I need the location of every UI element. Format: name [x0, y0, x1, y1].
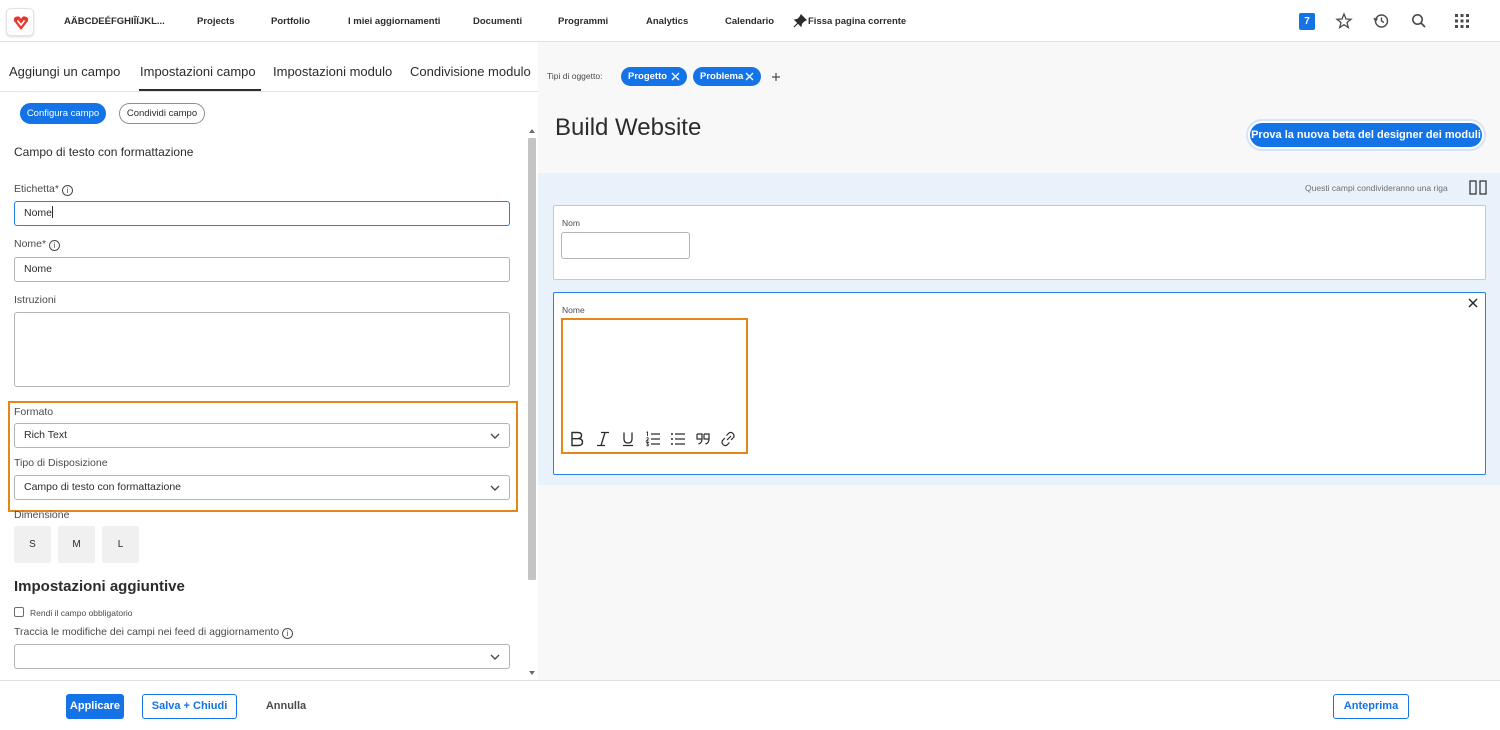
configure-field-pill[interactable]: Configura campo	[20, 103, 106, 124]
top-navigation-bar: AÄBCDEÉFGHIÎÏJKL... Projects Portfolio I…	[0, 0, 1500, 42]
cancel-button[interactable]: Annulla	[256, 694, 316, 719]
bottom-action-bar: Applicare Salva + Chiudi Annulla Antepri…	[0, 680, 1500, 730]
label-field-label: Etichetta* i	[14, 183, 73, 196]
field-settings-panel: Aggiungi un campo Impostazioni campo Imp…	[0, 42, 538, 680]
numbered-list-icon[interactable]	[645, 431, 661, 447]
bold-icon[interactable]	[569, 431, 585, 447]
format-label: Formato	[14, 406, 54, 418]
name-field-label: Nome* i	[14, 238, 61, 251]
quote-icon[interactable]	[695, 431, 711, 447]
tab-add-field[interactable]: Aggiungi un campo	[9, 64, 120, 79]
nav-link-portfolio[interactable]: Portfolio	[271, 16, 310, 27]
row-hint-text: Questi campi condivideranno una riga	[1305, 183, 1448, 193]
track-changes-label: Traccia le modifiche dei campi nei feed …	[14, 626, 294, 639]
required-checkbox[interactable]	[14, 607, 24, 617]
form-preview-panel: Tipi di oggetto: Progetto Problema Build…	[538, 42, 1500, 680]
tab-form-settings[interactable]: Impostazioni modulo	[273, 64, 392, 79]
close-icon	[745, 72, 754, 81]
chevron-down-icon	[490, 485, 500, 491]
info-icon: i	[49, 240, 61, 251]
size-l-button[interactable]: L	[102, 526, 139, 563]
nav-link-analytics[interactable]: Analytics	[646, 16, 688, 27]
save-close-button[interactable]: Salva + Chiudi	[142, 694, 237, 719]
scrollbar-thumb[interactable]	[528, 138, 536, 580]
nav-link-programs[interactable]: Programmi	[558, 16, 608, 27]
nav-link-projects[interactable]: Projects	[197, 16, 235, 27]
italic-icon[interactable]	[595, 431, 611, 447]
close-icon	[671, 72, 680, 81]
track-changes-select[interactable]	[14, 644, 510, 669]
field1-label: Nom	[562, 218, 580, 228]
remove-field-icon[interactable]	[1468, 298, 1478, 308]
label-input[interactable]: Nome	[14, 201, 510, 226]
format-select[interactable]: Rich Text	[14, 423, 510, 448]
apply-button[interactable]: Applicare	[66, 694, 124, 719]
form-title[interactable]: Build Website	[555, 114, 701, 142]
add-object-type-icon[interactable]	[771, 72, 781, 82]
layout-type-label: Tipo di Disposizione	[14, 457, 108, 469]
active-tab-indicator	[139, 89, 261, 91]
instructions-textarea[interactable]	[14, 312, 510, 387]
history-icon[interactable]	[1372, 12, 1390, 30]
search-icon[interactable]	[1410, 12, 1428, 30]
tabs-divider	[0, 91, 538, 92]
tab-field-settings[interactable]: Impostazioni campo	[140, 64, 256, 79]
object-type-chip-issue[interactable]: Problema	[693, 67, 761, 86]
pin-page-link[interactable]: Fissa pagina corrente	[808, 16, 906, 27]
scroll-up-icon[interactable]	[528, 128, 536, 134]
object-types-label: Tipi di oggetto:	[547, 71, 603, 81]
nav-link-calendar[interactable]: Calendario	[725, 16, 774, 27]
apps-grid-icon[interactable]	[1453, 12, 1471, 30]
star-icon[interactable]	[1335, 12, 1353, 30]
preview-button[interactable]: Anteprima	[1333, 694, 1409, 719]
share-field-pill[interactable]: Condividi campo	[119, 103, 205, 124]
chevron-down-icon	[490, 654, 500, 660]
size-m-button[interactable]: M	[58, 526, 95, 563]
field1-input[interactable]	[561, 232, 690, 259]
size-label: Dimensione	[14, 509, 70, 521]
section-title: Campo di testo con formattazione	[14, 145, 194, 159]
bullet-list-icon[interactable]	[670, 431, 686, 447]
pin-icon	[793, 13, 808, 28]
layout-type-select[interactable]: Campo di testo con formattazione	[14, 475, 510, 500]
link-icon[interactable]	[720, 431, 736, 447]
workfront-logo-icon[interactable]	[6, 8, 34, 36]
nav-link-updates[interactable]: I miei aggiornamenti	[348, 16, 440, 27]
name-input[interactable]: Nome	[14, 257, 510, 282]
field2-label: Nome	[562, 305, 585, 315]
info-icon: i	[282, 628, 294, 639]
nav-link-documents[interactable]: Documenti	[473, 16, 522, 27]
try-beta-designer-button[interactable]: Prova la nuova beta del designer dei mod…	[1250, 123, 1482, 147]
instructions-label: Istruzioni	[14, 294, 57, 306]
info-icon: i	[61, 185, 73, 196]
tab-form-sharing[interactable]: Condivisione modulo	[410, 64, 531, 79]
additional-settings-title: Impostazioni aggiuntive	[14, 578, 185, 595]
scroll-down-icon[interactable]	[528, 670, 536, 676]
columns-icon[interactable]	[1469, 180, 1487, 195]
chevron-down-icon	[490, 433, 500, 439]
field-card-nom[interactable]	[553, 205, 1486, 280]
size-s-button[interactable]: S	[14, 526, 51, 563]
notifications-badge[interactable]: 7	[1299, 13, 1315, 30]
object-type-chip-project[interactable]: Progetto	[621, 67, 687, 86]
account-name[interactable]: AÄBCDEÉFGHIÎÏJKL...	[64, 16, 165, 27]
required-checkbox-label: Rendi il campo obbligatorio	[30, 608, 133, 618]
underline-icon[interactable]	[620, 431, 636, 447]
